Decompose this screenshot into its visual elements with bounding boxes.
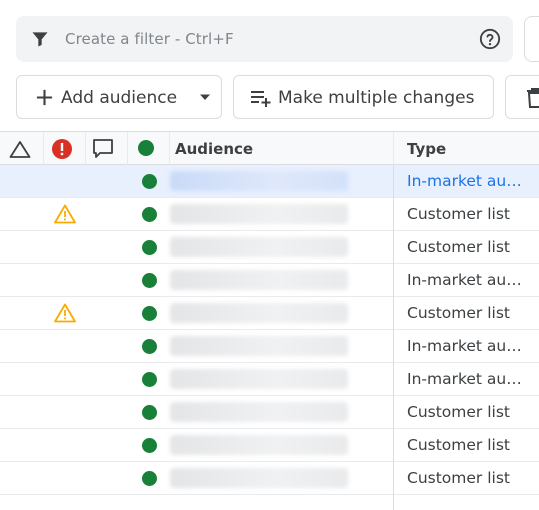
audience-type: Customer list bbox=[407, 436, 510, 454]
plus-icon bbox=[36, 89, 53, 106]
audience-name-redacted[interactable] bbox=[170, 270, 348, 290]
status-dot-icon bbox=[138, 140, 154, 156]
status-dot-icon[interactable] bbox=[142, 306, 157, 321]
filter-funnel-icon[interactable] bbox=[30, 29, 50, 49]
table-row[interactable]: Customer list bbox=[0, 297, 539, 330]
audience-name-redacted[interactable] bbox=[170, 402, 348, 422]
status-dot-icon[interactable] bbox=[142, 174, 157, 189]
audience-type: Customer list bbox=[407, 469, 510, 487]
audience-type: Customer list bbox=[407, 238, 510, 256]
make-multiple-changes-label: Make multiple changes bbox=[278, 88, 475, 108]
error-circle-icon bbox=[52, 139, 72, 159]
add-audience-label: Add audience bbox=[61, 88, 178, 108]
table-row[interactable]: In-market audi… bbox=[0, 264, 539, 297]
playlist-add-icon bbox=[251, 91, 271, 107]
header-comments[interactable] bbox=[86, 132, 128, 165]
audience-name-redacted[interactable] bbox=[170, 369, 348, 389]
add-audience-button[interactable]: Add audience bbox=[16, 75, 222, 119]
delete-button[interactable] bbox=[505, 75, 539, 119]
filter-bar[interactable]: Create a filter - Ctrl+F bbox=[16, 16, 513, 62]
column-divider bbox=[393, 165, 394, 510]
alert-triangle-icon bbox=[9, 141, 31, 158]
filter-input[interactable]: Create a filter - Ctrl+F bbox=[65, 30, 234, 48]
header-alerts[interactable] bbox=[0, 132, 44, 165]
audience-name-redacted[interactable] bbox=[170, 336, 348, 356]
audience-type: In-market audi… bbox=[407, 172, 531, 190]
header-type-label: Type bbox=[407, 140, 447, 158]
audience-type: In-market audi… bbox=[407, 337, 531, 355]
audience-name-redacted[interactable] bbox=[170, 237, 348, 257]
header-status[interactable] bbox=[128, 132, 170, 165]
audience-type: Customer list bbox=[407, 205, 510, 223]
caret-down-icon[interactable] bbox=[197, 89, 213, 105]
table-row[interactable]: Customer list bbox=[0, 231, 539, 264]
status-dot-icon[interactable] bbox=[142, 438, 157, 453]
make-multiple-changes-button[interactable]: Make multiple changes bbox=[233, 75, 494, 119]
table-row[interactable]: In-market audi… bbox=[0, 363, 539, 396]
table-header: Audience Type bbox=[0, 132, 539, 165]
status-dot-icon[interactable] bbox=[142, 372, 157, 387]
audience-name-redacted[interactable] bbox=[170, 435, 348, 455]
audience-table: Audience Type In-market audi… Customer li… bbox=[0, 131, 539, 510]
header-audience[interactable]: Audience bbox=[170, 132, 394, 165]
filter-side-button[interactable] bbox=[524, 16, 539, 62]
status-dot-icon[interactable] bbox=[142, 405, 157, 420]
warning-triangle-icon[interactable] bbox=[54, 204, 76, 224]
table-row[interactable]: Customer list bbox=[0, 462, 539, 495]
help-circle-icon[interactable] bbox=[479, 28, 501, 50]
audience-name-redacted[interactable] bbox=[170, 171, 348, 191]
table-row[interactable]: Customer list bbox=[0, 429, 539, 462]
header-errors[interactable] bbox=[44, 132, 86, 165]
audience-type: Customer list bbox=[407, 403, 510, 421]
audience-type: In-market audi… bbox=[407, 271, 531, 289]
audience-name-redacted[interactable] bbox=[170, 303, 348, 323]
trash-icon bbox=[527, 88, 539, 108]
table-row[interactable]: Customer list bbox=[0, 198, 539, 231]
table-row[interactable]: In-market audi… bbox=[0, 165, 539, 198]
table-row[interactable]: In-market audi… bbox=[0, 330, 539, 363]
header-audience-label: Audience bbox=[175, 140, 254, 158]
audience-type: Customer list bbox=[407, 304, 510, 322]
header-type[interactable]: Type bbox=[394, 132, 539, 165]
status-dot-icon[interactable] bbox=[142, 240, 157, 255]
audience-type: In-market audi… bbox=[407, 370, 531, 388]
audience-name-redacted[interactable] bbox=[170, 204, 348, 224]
comment-icon bbox=[93, 139, 113, 158]
status-dot-icon[interactable] bbox=[142, 207, 157, 222]
status-dot-icon[interactable] bbox=[142, 339, 157, 354]
status-dot-icon[interactable] bbox=[142, 471, 157, 486]
table-row[interactable]: Customer list bbox=[0, 396, 539, 429]
status-dot-icon[interactable] bbox=[142, 273, 157, 288]
warning-triangle-icon[interactable] bbox=[54, 303, 76, 323]
audience-name-redacted[interactable] bbox=[170, 468, 348, 488]
